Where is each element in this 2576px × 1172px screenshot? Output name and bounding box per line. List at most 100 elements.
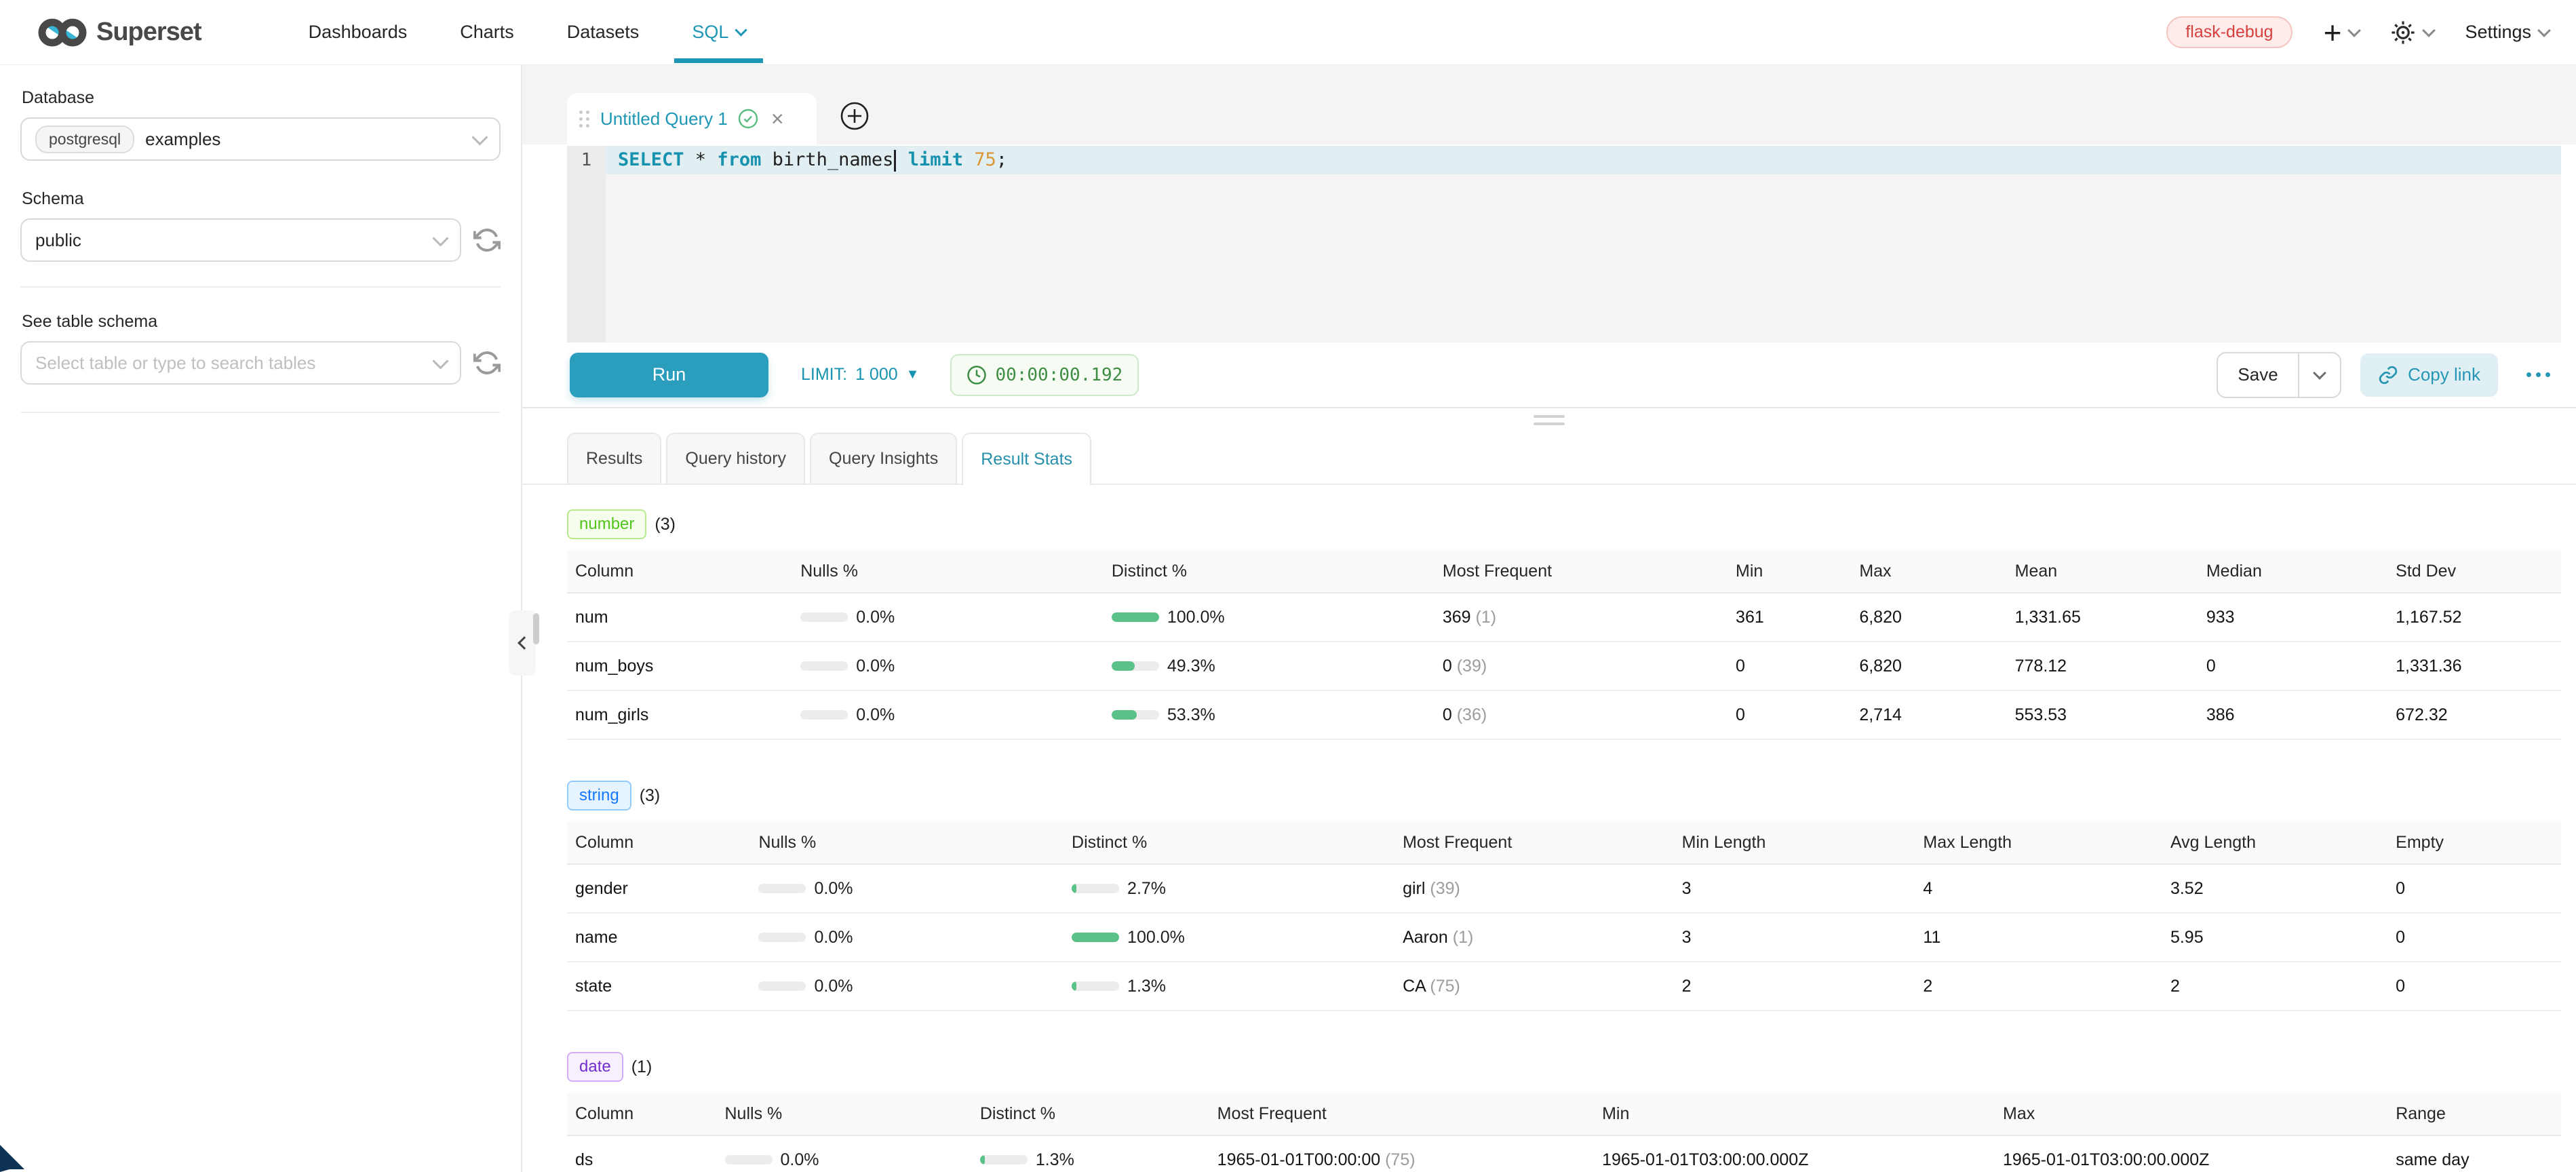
nav-item-dashboards[interactable]: Dashboards bbox=[309, 22, 408, 43]
database-label: Database bbox=[22, 88, 501, 108]
sql-token: limit bbox=[908, 149, 963, 170]
column-header-max_length: Max Length bbox=[1915, 821, 2162, 864]
column-header-most_frequent: Most Frequent bbox=[1435, 550, 1728, 593]
cell-most_frequent: girl (39) bbox=[1394, 864, 1674, 913]
column-header-max: Max bbox=[1851, 550, 2006, 593]
result-tab-query-history[interactable]: Query history bbox=[666, 433, 805, 484]
database-select[interactable]: postgresql examples bbox=[20, 117, 501, 161]
result-tab-results[interactable]: Results bbox=[567, 433, 661, 484]
sql-token bbox=[963, 149, 974, 170]
column-header-median: Median bbox=[2198, 550, 2387, 593]
column-count: (3) bbox=[655, 515, 676, 534]
distinct-percent-label: 100.0% bbox=[1167, 608, 1225, 627]
settings-menu[interactable]: Settings bbox=[2465, 22, 2549, 43]
mouse-cursor bbox=[0, 1145, 27, 1172]
most-frequent-count: (75) bbox=[1380, 1150, 1415, 1169]
most-frequent-value: 369 bbox=[1443, 608, 1471, 627]
cell-distinct: 2.7% bbox=[1063, 864, 1394, 913]
type-badge: string bbox=[567, 781, 631, 810]
close-icon[interactable]: × bbox=[771, 110, 784, 128]
cell-most_frequent: 369 (1) bbox=[1435, 593, 1728, 642]
section-header: number(3) bbox=[567, 509, 2561, 539]
refresh-schemas-button[interactable] bbox=[473, 227, 501, 254]
most-frequent-count: (39) bbox=[1452, 657, 1487, 676]
sidebar-collapse-button[interactable] bbox=[509, 610, 536, 676]
new-tab-button[interactable] bbox=[838, 100, 871, 132]
column-header-max: Max bbox=[1995, 1093, 2387, 1135]
gutter-line-number: 1 bbox=[567, 146, 606, 174]
column-header-avg_length: Avg Length bbox=[2162, 821, 2387, 864]
clock-icon bbox=[967, 365, 987, 385]
sql-editor[interactable]: 1 SELECT * from birth_names limit 75; bbox=[567, 144, 2561, 344]
cell-max_length: 2 bbox=[1915, 962, 2162, 1011]
column-header-column: Column bbox=[567, 1093, 717, 1135]
schema-select[interactable]: public bbox=[20, 218, 461, 262]
nav-item-label: Charts bbox=[460, 22, 514, 43]
save-dropdown-button[interactable] bbox=[2298, 353, 2340, 397]
database-engine-tag: postgresql bbox=[35, 125, 134, 153]
distinct-bar bbox=[1112, 612, 1159, 622]
most-frequent-count: (75) bbox=[1425, 977, 1460, 996]
column-header-distinct: Distinct % bbox=[972, 1093, 1209, 1135]
run-button[interactable]: Run bbox=[570, 353, 768, 397]
cell-column: num bbox=[567, 593, 792, 642]
cell-most_frequent: 0 (39) bbox=[1435, 642, 1728, 690]
more-options-button[interactable] bbox=[2520, 366, 2557, 384]
query-tab-title: Untitled Query 1 bbox=[600, 109, 728, 130]
column-header-distinct: Distinct % bbox=[1104, 550, 1435, 593]
table-select-placeholder: Select table or type to search tables bbox=[35, 353, 315, 374]
distinct-percent-label: 53.3% bbox=[1167, 705, 1215, 725]
save-split-button: Save bbox=[2217, 352, 2341, 398]
cell-distinct: 49.3% bbox=[1104, 642, 1435, 690]
new-item-button[interactable]: + bbox=[2324, 19, 2360, 46]
column-header-min: Min bbox=[1728, 550, 1851, 593]
environment-badge: flask-debug bbox=[2166, 16, 2292, 48]
save-button[interactable]: Save bbox=[2218, 353, 2298, 397]
nav-item-charts[interactable]: Charts bbox=[460, 22, 514, 43]
most-frequent-value: 0 bbox=[1443, 657, 1452, 676]
copy-link-button[interactable]: Copy link bbox=[2360, 353, 2498, 397]
query-tab[interactable]: Untitled Query 1 × bbox=[567, 93, 817, 144]
refresh-tables-button[interactable] bbox=[473, 349, 501, 376]
cell-avg_length: 2 bbox=[2162, 962, 2387, 1011]
result-tab-query-insights[interactable]: Query Insights bbox=[810, 433, 957, 484]
scrollbar-thumb[interactable] bbox=[533, 613, 539, 644]
distinct-percent-label: 49.3% bbox=[1167, 657, 1215, 676]
ellipsis-icon bbox=[2526, 372, 2531, 377]
cell-most_frequent: Aaron (1) bbox=[1394, 913, 1674, 962]
limit-dropdown[interactable]: LIMIT: 1 000 ▼ bbox=[801, 365, 919, 385]
distinct-bar-fill bbox=[1072, 933, 1119, 942]
nav-item-label: Dashboards bbox=[309, 22, 408, 43]
superset-logo-icon bbox=[38, 17, 87, 48]
refresh-icon bbox=[473, 227, 501, 254]
table-row: num0.0%100.0%369 (1)3616,8201,331.659331… bbox=[567, 593, 2561, 642]
resize-handle[interactable] bbox=[1534, 415, 1565, 430]
cell-min: 1965-01-01T03:00:00.000Z bbox=[1594, 1135, 1995, 1172]
cell-nulls: 0.0% bbox=[717, 1135, 972, 1172]
theme-toggle[interactable] bbox=[2390, 20, 2434, 45]
most-frequent-value: 1965-01-01T00:00:00 bbox=[1217, 1150, 1380, 1169]
table-select[interactable]: Select table or type to search tables bbox=[20, 341, 461, 385]
text-cursor bbox=[894, 150, 896, 172]
table-row: name0.0%100.0%Aaron (1)3115.950 bbox=[567, 913, 2561, 962]
cell-max: 1965-01-01T03:00:00.000Z bbox=[1995, 1135, 2387, 1172]
cell-nulls: 0.0% bbox=[750, 913, 1063, 962]
distinct-bar bbox=[1112, 710, 1159, 720]
nav-item-label: Datasets bbox=[567, 22, 640, 43]
nulls-bar bbox=[725, 1155, 773, 1165]
nav-item-sql[interactable]: SQL bbox=[692, 22, 745, 43]
sun-icon bbox=[2390, 20, 2416, 45]
superset-logo[interactable]: Superset bbox=[38, 17, 201, 48]
sidebar-divider bbox=[20, 412, 501, 413]
copy-link-label: Copy link bbox=[2408, 364, 2480, 385]
elapsed-time-badge: 00:00:00.192 bbox=[950, 354, 1139, 396]
result-tab-result-stats[interactable]: Result Stats bbox=[962, 433, 1091, 485]
chevron-down-icon bbox=[471, 129, 488, 145]
nav-item-datasets[interactable]: Datasets bbox=[567, 22, 640, 43]
sql-lab-page: Superset Dashboards Charts Datasets SQL fla… bbox=[0, 0, 2576, 1172]
sql-token: 75 bbox=[974, 149, 996, 170]
column-header-most_frequent: Most Frequent bbox=[1209, 1093, 1594, 1135]
sql-code-line: SELECT * from birth_names limit 75; bbox=[606, 146, 2561, 174]
drag-handle-icon[interactable] bbox=[579, 111, 589, 128]
column-header-nulls: Nulls % bbox=[750, 821, 1063, 864]
